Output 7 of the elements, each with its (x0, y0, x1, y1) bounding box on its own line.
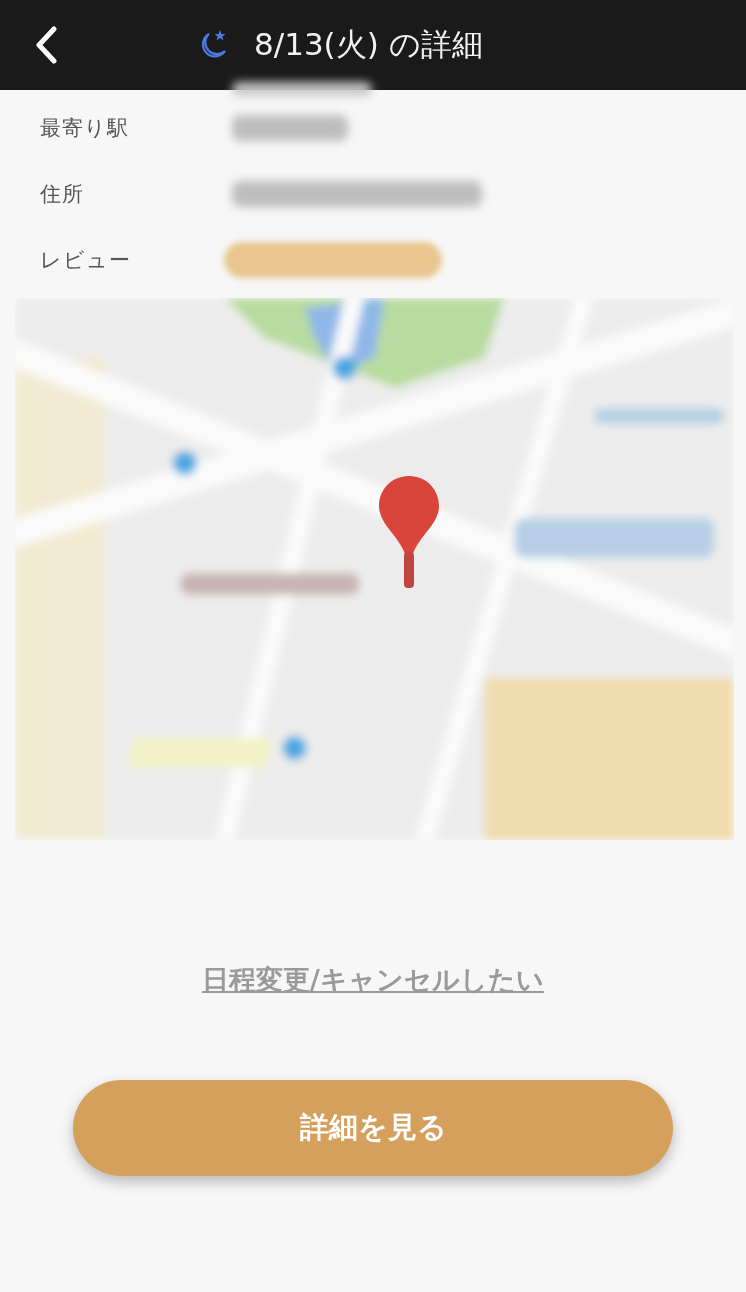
field-label: レビュー (40, 247, 132, 274)
field-label: 最寄り駅 (40, 115, 130, 142)
field-label: 住所 (40, 181, 85, 208)
reschedule-cancel-link[interactable]: 日程変更/キャンセルしたい (202, 962, 544, 998)
view-details-button[interactable]: 詳細を見る (73, 1080, 673, 1176)
page-title: 8/13(火) の詳細 (254, 25, 483, 64)
back-icon (34, 26, 58, 64)
